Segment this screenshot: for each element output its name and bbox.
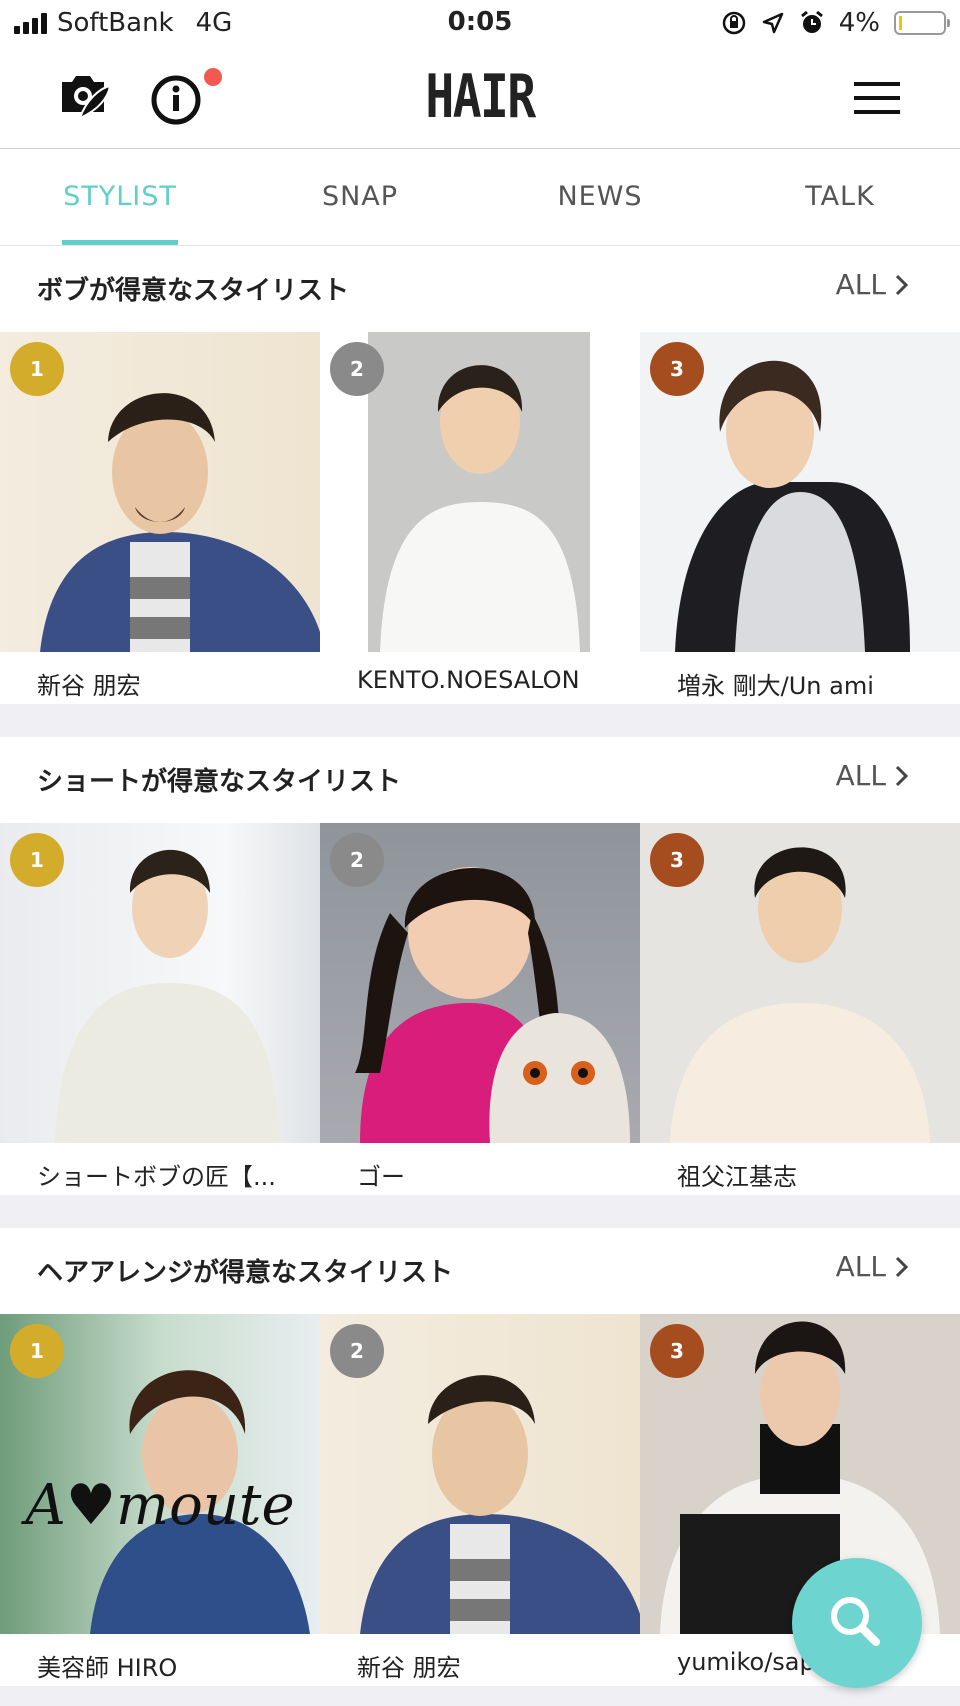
app-logo: HAIR xyxy=(425,62,536,132)
section-title: ショートが得意なスタイリスト xyxy=(37,767,402,797)
all-link[interactable]: ALL xyxy=(836,759,910,792)
rank-badge: 2 xyxy=(330,342,384,396)
stylist-carousel: 1 新谷 朋宏 2 KENTO.NOESALON 3 増永 剛大/Un ami xyxy=(0,332,960,704)
tab-talk[interactable]: TALK xyxy=(720,149,960,245)
all-link[interactable]: ALL xyxy=(836,1250,910,1283)
stylist-card[interactable]: 1 新谷 朋宏 xyxy=(0,332,320,704)
rank-badge: 1 xyxy=(10,1324,64,1378)
tab-snap[interactable]: SNAP xyxy=(240,149,480,245)
rank-badge: 3 xyxy=(650,1324,704,1378)
section-title: ヘアアレンジが得意なスタイリスト xyxy=(37,1258,454,1288)
battery-percent: 4% xyxy=(838,8,880,38)
stylist-card[interactable]: 1 ショートボブの匠【... xyxy=(0,823,320,1195)
stylist-name: ショートボブの匠【... xyxy=(37,1163,276,1191)
stylist-name: KENTO.NOESALON xyxy=(357,666,580,694)
rank-badge: 2 xyxy=(330,833,384,887)
section-short-stylists: ショートが得意なスタイリスト ALL 1 ショートボブの匠【... 2 ゴー 3… xyxy=(0,737,960,1195)
search-fab-button[interactable] xyxy=(792,1558,922,1688)
section-header: ボブが得意なスタイリスト ALL xyxy=(0,246,960,332)
chevron-right-icon xyxy=(895,765,909,786)
stylist-name: 美容師 HIRO xyxy=(37,1654,178,1682)
section-header: ショートが得意なスタイリスト ALL xyxy=(0,737,960,823)
all-label: ALL xyxy=(835,268,886,301)
stylist-name: 新谷 朋宏 xyxy=(357,1654,461,1682)
chevron-right-icon xyxy=(895,274,909,295)
stylist-name: ゴー xyxy=(357,1163,405,1191)
photo-logo-text: A♥moute xyxy=(20,1473,294,1538)
stylist-carousel: 1 ショートボブの匠【... 2 ゴー 3 祖父江基志 xyxy=(0,823,960,1195)
stylist-card[interactable]: 2 ゴー xyxy=(320,823,640,1195)
status-right: 4% xyxy=(721,8,950,38)
stylist-card[interactable]: A♥moute 1 美容師 HIRO xyxy=(0,1314,320,1686)
rank-badge: 2 xyxy=(330,1324,384,1378)
tab-stylist[interactable]: STYLIST xyxy=(0,149,240,245)
stylist-name: 新谷 朋宏 xyxy=(37,672,141,700)
app-header: HAIR xyxy=(0,48,960,149)
stylist-card[interactable]: 3 祖父江基志 xyxy=(640,823,960,1195)
section-title: ボブが得意なスタイリスト xyxy=(37,276,350,306)
status-bar: SoftBank 4G 0:05 4% xyxy=(0,0,960,48)
rank-badge: 1 xyxy=(10,342,64,396)
orientation-lock-icon xyxy=(722,11,745,35)
stylist-card[interactable]: 2 新谷 朋宏 xyxy=(320,1314,640,1686)
stylist-card[interactable]: 3 増永 剛大/Un ami xyxy=(640,332,960,704)
section-header: ヘアアレンジが得意なスタイリスト ALL xyxy=(0,1228,960,1314)
all-label: ALL xyxy=(835,759,886,792)
stylist-card[interactable]: 2 KENTO.NOESALON xyxy=(320,332,640,704)
search-icon xyxy=(831,1597,880,1646)
section-bob-stylists: ボブが得意なスタイリスト ALL 1 新谷 朋宏 2 KENTO.NOESALO… xyxy=(0,246,960,704)
alarm-icon xyxy=(800,10,823,33)
chevron-right-icon xyxy=(895,1256,909,1277)
stylist-name: 増永 剛大/Un ami xyxy=(677,672,874,700)
battery-icon xyxy=(894,11,950,35)
rank-badge: 3 xyxy=(650,342,704,396)
tab-bar: STYLIST SNAP NEWS TALK xyxy=(0,149,960,245)
tab-news[interactable]: NEWS xyxy=(480,149,720,245)
rank-badge: 1 xyxy=(10,833,64,887)
hamburger-menu-icon[interactable] xyxy=(854,80,900,116)
all-link[interactable]: ALL xyxy=(836,268,910,301)
stylist-name: 祖父江基志 xyxy=(677,1163,797,1191)
all-label: ALL xyxy=(835,1250,886,1283)
rank-badge: 3 xyxy=(650,833,704,887)
location-arrow-icon xyxy=(762,12,783,34)
